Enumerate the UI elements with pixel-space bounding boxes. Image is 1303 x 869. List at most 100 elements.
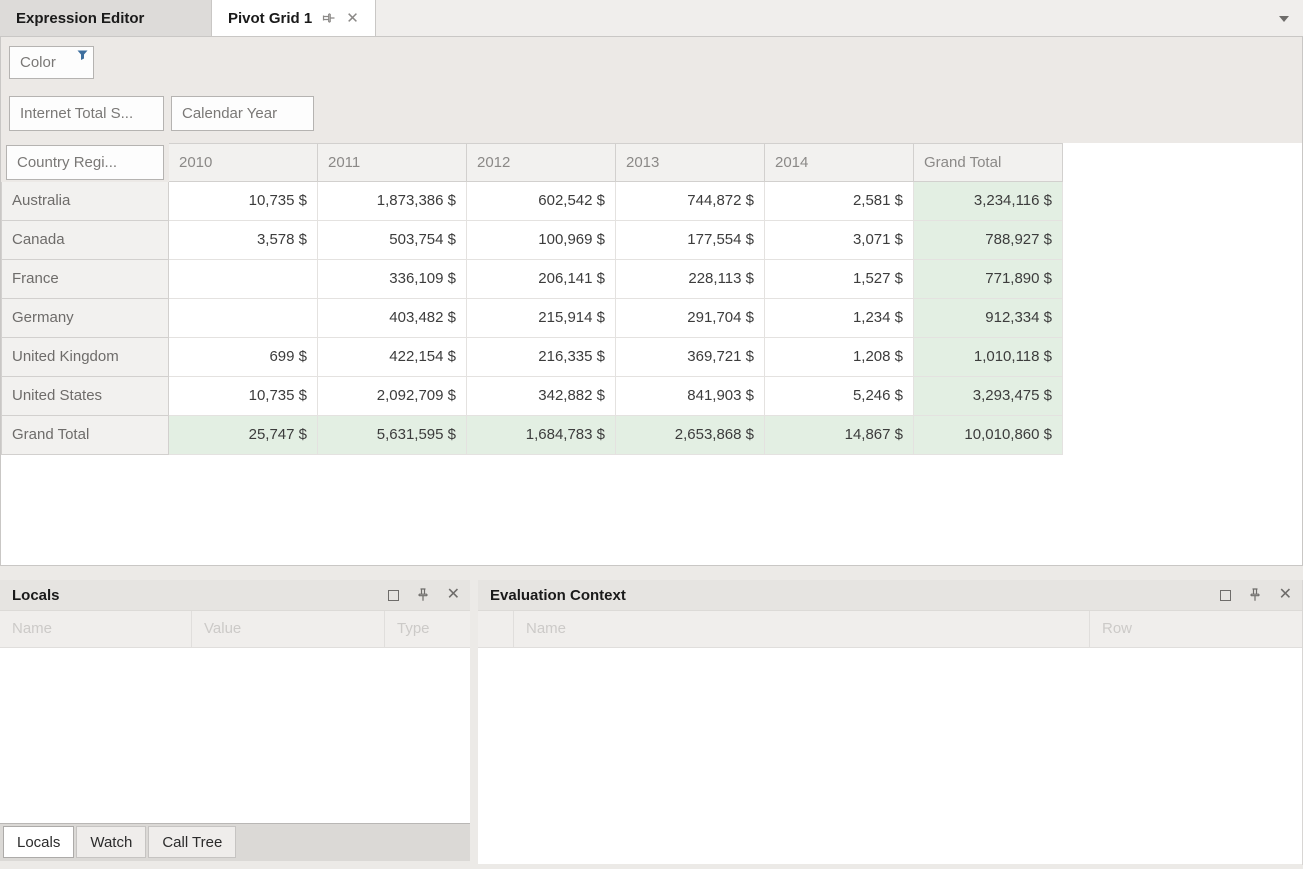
close-icon[interactable]: ✕ (1279, 587, 1292, 603)
data-cell[interactable]: 10,735 $ (169, 377, 318, 416)
row-indicator-column (478, 611, 514, 647)
panel-title: Locals (12, 587, 388, 604)
data-cell[interactable]: 177,554 $ (616, 221, 765, 260)
data-cell[interactable]: 216,335 $ (467, 338, 616, 377)
pivot-grid-panel: Color Internet Total S... Calendar Year … (0, 37, 1303, 566)
data-cell[interactable]: 14,867 $ (765, 416, 914, 455)
data-cell[interactable]: 1,527 $ (765, 260, 914, 299)
data-cell[interactable]: 2,092,709 $ (318, 377, 467, 416)
row-header-united-kingdom[interactable]: United Kingdom (1, 338, 169, 377)
column-header-name[interactable]: Name (0, 611, 192, 647)
pin-icon[interactable] (1248, 588, 1262, 603)
field-label: Internet Total S... (20, 105, 133, 122)
field-button-color[interactable]: Color (9, 46, 94, 79)
close-icon[interactable]: ✕ (447, 587, 460, 603)
table-row: United Kingdom699 $422,154 $216,335 $369… (1, 338, 1302, 377)
data-cell[interactable]: 2,653,868 $ (616, 416, 765, 455)
tab-label: Watch (90, 834, 132, 851)
column-header-2011[interactable]: 2011 (318, 143, 467, 182)
table-row: France 336,109 $206,141 $228,113 $1,527 $… (1, 260, 1302, 299)
data-cell[interactable]: 1,684,783 $ (467, 416, 616, 455)
data-cell[interactable]: 3,578 $ (169, 221, 318, 260)
locals-grid-content[interactable] (0, 648, 470, 823)
data-cell[interactable]: 2,581 $ (765, 182, 914, 221)
data-cell[interactable]: 10,735 $ (169, 182, 318, 221)
tab-expression-editor[interactable]: Expression Editor (0, 0, 212, 36)
data-cell[interactable] (169, 299, 318, 338)
data-cell[interactable]: 1,208 $ (765, 338, 914, 377)
row-header-germany[interactable]: Germany (1, 299, 169, 338)
locals-panel: Locals ✕ Name Value Type Locals Watch Ca… (0, 580, 470, 861)
data-cell[interactable]: 3,071 $ (765, 221, 914, 260)
data-cell[interactable]: 699 $ (169, 338, 318, 377)
data-cell[interactable]: 912,334 $ (914, 299, 1063, 338)
maximize-icon[interactable] (388, 590, 399, 601)
field-button-country-region[interactable]: Country Regi... (6, 145, 164, 180)
data-cell[interactable]: 841,903 $ (616, 377, 765, 416)
locals-tabstrip: Locals Watch Call Tree (0, 823, 470, 861)
tab-label: Locals (17, 834, 60, 851)
column-header-row[interactable]: Row (1090, 611, 1296, 647)
tab-locals[interactable]: Locals (3, 826, 74, 858)
data-cell[interactable]: 291,704 $ (616, 299, 765, 338)
evaluation-grid-content[interactable] (478, 648, 1302, 864)
row-header-united-states[interactable]: United States (1, 377, 169, 416)
filter-funnel-icon[interactable] (77, 50, 88, 61)
data-cell[interactable]: 10,010,860 $ (914, 416, 1063, 455)
tab-call-tree[interactable]: Call Tree (148, 826, 236, 858)
data-cell[interactable]: 503,754 $ (318, 221, 467, 260)
tab-label: Pivot Grid 1 (228, 10, 312, 27)
horizontal-splitter[interactable] (0, 566, 1303, 580)
data-cell[interactable]: 602,542 $ (467, 182, 616, 221)
data-cell[interactable]: 1,873,386 $ (318, 182, 467, 221)
data-cell[interactable]: 5,631,595 $ (318, 416, 467, 455)
data-cell[interactable]: 744,872 $ (616, 182, 765, 221)
field-button-internet-total-sales[interactable]: Internet Total S... (9, 96, 164, 131)
locals-titlebar: Locals ✕ (0, 580, 470, 611)
data-cell[interactable]: 771,890 $ (914, 260, 1063, 299)
data-cell[interactable]: 1,234 $ (765, 299, 914, 338)
column-header-type[interactable]: Type (385, 611, 470, 647)
data-cell[interactable] (169, 260, 318, 299)
row-header-grand-total[interactable]: Grand Total (1, 416, 169, 455)
evaluation-grid-header: Name Row (478, 611, 1302, 648)
tab-list-dropdown-icon[interactable] (1279, 16, 1289, 22)
data-cell[interactable]: 228,113 $ (616, 260, 765, 299)
column-header-2014[interactable]: 2014 (765, 143, 914, 182)
table-row: Canada3,578 $503,754 $100,969 $177,554 $… (1, 221, 1302, 260)
data-cell[interactable]: 403,482 $ (318, 299, 467, 338)
tab-pivot-grid-1[interactable]: Pivot Grid 1 ✕ (212, 0, 376, 36)
row-header-france[interactable]: France (1, 260, 169, 299)
column-header-value[interactable]: Value (192, 611, 385, 647)
data-cell[interactable]: 215,914 $ (467, 299, 616, 338)
pin-icon[interactable] (322, 11, 336, 25)
field-button-calendar-year[interactable]: Calendar Year (171, 96, 314, 131)
column-header-grand-total[interactable]: Grand Total (914, 143, 1063, 182)
data-cell[interactable]: 206,141 $ (467, 260, 616, 299)
data-cell[interactable]: 3,234,116 $ (914, 182, 1063, 221)
data-cell[interactable]: 788,927 $ (914, 221, 1063, 260)
data-cell[interactable]: 3,293,475 $ (914, 377, 1063, 416)
data-cell[interactable]: 5,246 $ (765, 377, 914, 416)
close-icon[interactable]: ✕ (346, 9, 359, 27)
column-header-2013[interactable]: 2013 (616, 143, 765, 182)
tab-label: Call Tree (162, 834, 222, 851)
column-header-2010[interactable]: 2010 (169, 143, 318, 182)
row-header-canada[interactable]: Canada (1, 221, 169, 260)
maximize-icon[interactable] (1220, 590, 1231, 601)
data-cell[interactable]: 1,010,118 $ (914, 338, 1063, 377)
data-cell[interactable]: 25,747 $ (169, 416, 318, 455)
column-header-2012[interactable]: 2012 (467, 143, 616, 182)
column-header-name[interactable]: Name (514, 611, 1090, 647)
document-tab-bar: Expression Editor Pivot Grid 1 ✕ (0, 0, 1303, 37)
pivot-body: Australia10,735 $1,873,386 $602,542 $744… (1, 182, 1302, 455)
data-cell[interactable]: 100,969 $ (467, 221, 616, 260)
data-cell[interactable]: 336,109 $ (318, 260, 467, 299)
row-header-australia[interactable]: Australia (1, 182, 169, 221)
data-cell[interactable]: 422,154 $ (318, 338, 467, 377)
tab-watch[interactable]: Watch (76, 826, 146, 858)
data-cell[interactable]: 369,721 $ (616, 338, 765, 377)
pivot-column-header-row: Country Regi... 20102011201220132014Gran… (1, 143, 1302, 182)
data-cell[interactable]: 342,882 $ (467, 377, 616, 416)
pin-icon[interactable] (416, 588, 430, 603)
